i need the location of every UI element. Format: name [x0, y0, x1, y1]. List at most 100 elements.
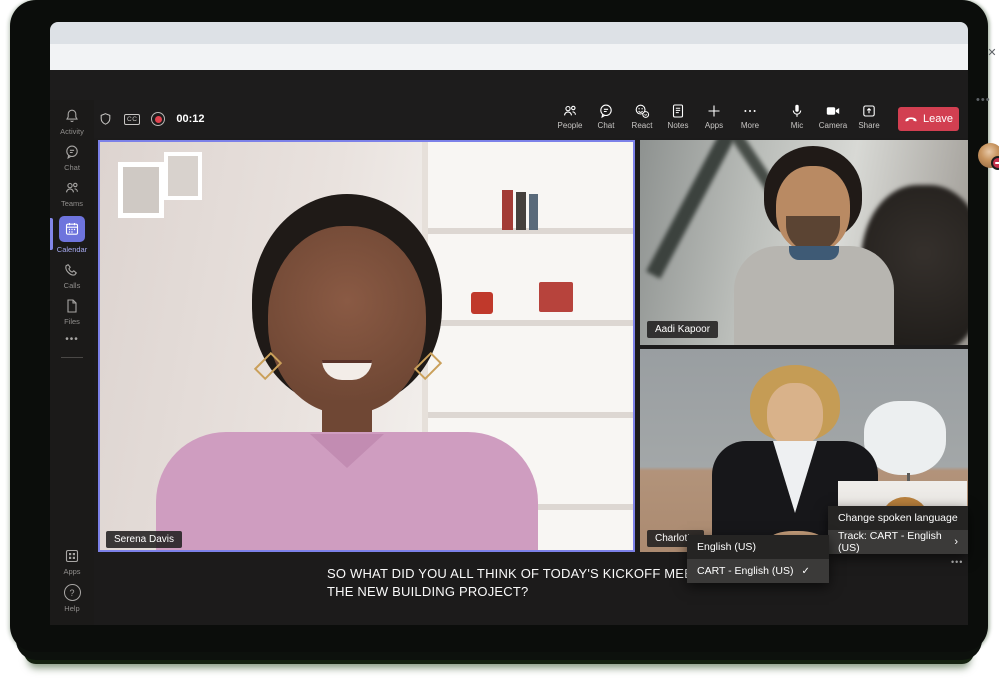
menu-item-label: Track: CART - English (US): [838, 530, 954, 554]
meeting-actions: People Chat React Notes Apps More: [556, 103, 764, 130]
button-label: Mic: [791, 121, 803, 130]
people-icon: [562, 103, 578, 119]
button-label: Share: [858, 121, 879, 130]
sidebar-label: Calendar: [57, 245, 87, 254]
presence-dnd-badge: [991, 156, 999, 170]
meeting-timer: 00:12: [176, 113, 204, 125]
checkmark-icon: ✓: [801, 566, 809, 577]
menu-item-label: CART - English (US): [697, 565, 793, 577]
button-label: Camera: [819, 121, 847, 130]
sidebar-item-apps[interactable]: Apps: [50, 548, 94, 576]
leave-label: Leave: [923, 113, 953, 125]
active-accent-bar: [50, 218, 53, 250]
mic-button[interactable]: Mic: [782, 103, 812, 130]
browser-more-icon[interactable]: •••: [976, 94, 991, 106]
menu-item-track[interactable]: Track: CART - English (US) ›: [828, 530, 968, 554]
button-label: Apps: [705, 121, 723, 130]
book-spine: [529, 194, 538, 230]
browser-address-bar: https:// www.teams.microsoft.com •••: [50, 44, 968, 70]
book-spine: [516, 192, 526, 230]
teams-app-header: Microsoft Teams Search •••: [50, 70, 968, 100]
button-label: People: [558, 121, 583, 130]
sidebar-label: Calls: [64, 281, 81, 290]
help-icon: ?: [64, 584, 81, 601]
captions-options-icon[interactable]: •••: [951, 557, 963, 567]
meeting-status-cluster: CC 00:12: [98, 100, 205, 138]
menu-item-change-spoken-language[interactable]: Change spoken language: [828, 506, 968, 530]
chat-icon: [598, 103, 614, 119]
sidebar-item-activity[interactable]: Activity: [50, 108, 94, 136]
leave-button[interactable]: Leave: [898, 107, 959, 131]
device-frame: Microsoft Teams × + – □ ✕ https:: [10, 0, 988, 652]
caption-language-submenu: English (US) CART - English (US) ✓: [687, 535, 829, 583]
window-close-button[interactable]: ✕: [982, 46, 999, 59]
sidebar-label: Files: [64, 317, 80, 326]
people-button[interactable]: People: [556, 103, 584, 130]
sidebar-item-calls[interactable]: Calls: [50, 262, 94, 290]
share-button[interactable]: Share: [854, 103, 884, 130]
sidebar-item-calendar[interactable]: Calendar: [50, 216, 94, 254]
recording-indicator-icon: [151, 112, 165, 126]
more-button[interactable]: More: [736, 103, 764, 130]
menu-item-label: Change spoken language: [838, 512, 958, 524]
sidebar-item-files[interactable]: Files: [50, 298, 94, 326]
sidebar-item-chat[interactable]: Chat: [50, 144, 94, 172]
aadi-collar: [789, 246, 839, 260]
chat-bubble-icon: [64, 144, 80, 160]
caption-settings-menu: Change spoken language Track: CART - Eng…: [828, 506, 968, 554]
wall-photo: [118, 162, 164, 218]
device-controls: Mic Camera Share: [782, 103, 884, 130]
serena-face: [268, 226, 426, 414]
user-avatar[interactable]: [978, 143, 999, 168]
browser-tab-bar: Microsoft Teams × + – □ ✕: [50, 22, 968, 44]
caption-line: THE NEW BUILDING PROJECT?: [327, 583, 757, 601]
book-spine: [502, 190, 513, 230]
react-button[interactable]: React: [628, 103, 656, 130]
sidebar-more-icon[interactable]: •••: [50, 334, 94, 345]
plus-icon: [706, 103, 722, 119]
charlotte-face: [767, 383, 823, 447]
sidebar-label: Help: [64, 604, 79, 613]
chat-button[interactable]: Chat: [592, 103, 620, 130]
button-label: Chat: [598, 121, 615, 130]
notes-icon: [670, 103, 686, 119]
video-tile-serena[interactable]: [98, 140, 635, 552]
captions-badge-icon[interactable]: CC: [124, 114, 140, 125]
share-icon: [861, 103, 877, 119]
apps-button[interactable]: Apps: [700, 103, 728, 130]
phone-icon: [64, 262, 80, 278]
mic-icon: [789, 103, 805, 119]
file-icon: [64, 298, 80, 314]
hang-up-icon: [904, 112, 918, 126]
apps-grid-icon: [64, 548, 80, 564]
book-stack: [539, 282, 573, 312]
button-label: More: [741, 121, 759, 130]
button-label: React: [632, 121, 653, 130]
sidebar-label: Teams: [61, 199, 83, 208]
nametag-serena: Serena Davis: [106, 531, 182, 548]
screenshot-page: Microsoft Teams × + – □ ✕ https:: [0, 0, 999, 684]
ellipsis-icon: [742, 103, 758, 119]
menu-item-english-us[interactable]: English (US): [687, 535, 829, 559]
sidebar-label: Chat: [64, 163, 80, 172]
camera-button[interactable]: Camera: [818, 103, 848, 130]
calendar-icon: [59, 216, 85, 242]
sidebar-divider: [61, 357, 83, 358]
red-mug: [471, 292, 493, 314]
teams-people-icon: [64, 180, 80, 196]
shield-icon[interactable]: [98, 112, 113, 127]
sidebar-label: Activity: [60, 127, 84, 136]
menu-item-label: English (US): [697, 541, 756, 553]
button-label: Notes: [668, 121, 689, 130]
nametag-aadi: Aadi Kapoor: [647, 321, 718, 338]
sidebar-item-help[interactable]: ? Help: [50, 584, 94, 613]
video-tile-aadi[interactable]: [640, 140, 968, 345]
sidebar-label: Apps: [63, 567, 80, 576]
teams-sidebar: Activity Chat Teams Calendar Calls F: [50, 100, 94, 625]
chevron-right-icon: ›: [954, 536, 958, 548]
notes-button[interactable]: Notes: [664, 103, 692, 130]
sidebar-item-teams[interactable]: Teams: [50, 180, 94, 208]
menu-item-cart-english-us[interactable]: CART - English (US) ✓: [687, 559, 829, 583]
wall-photo: [164, 152, 202, 200]
camera-icon: [825, 103, 841, 119]
